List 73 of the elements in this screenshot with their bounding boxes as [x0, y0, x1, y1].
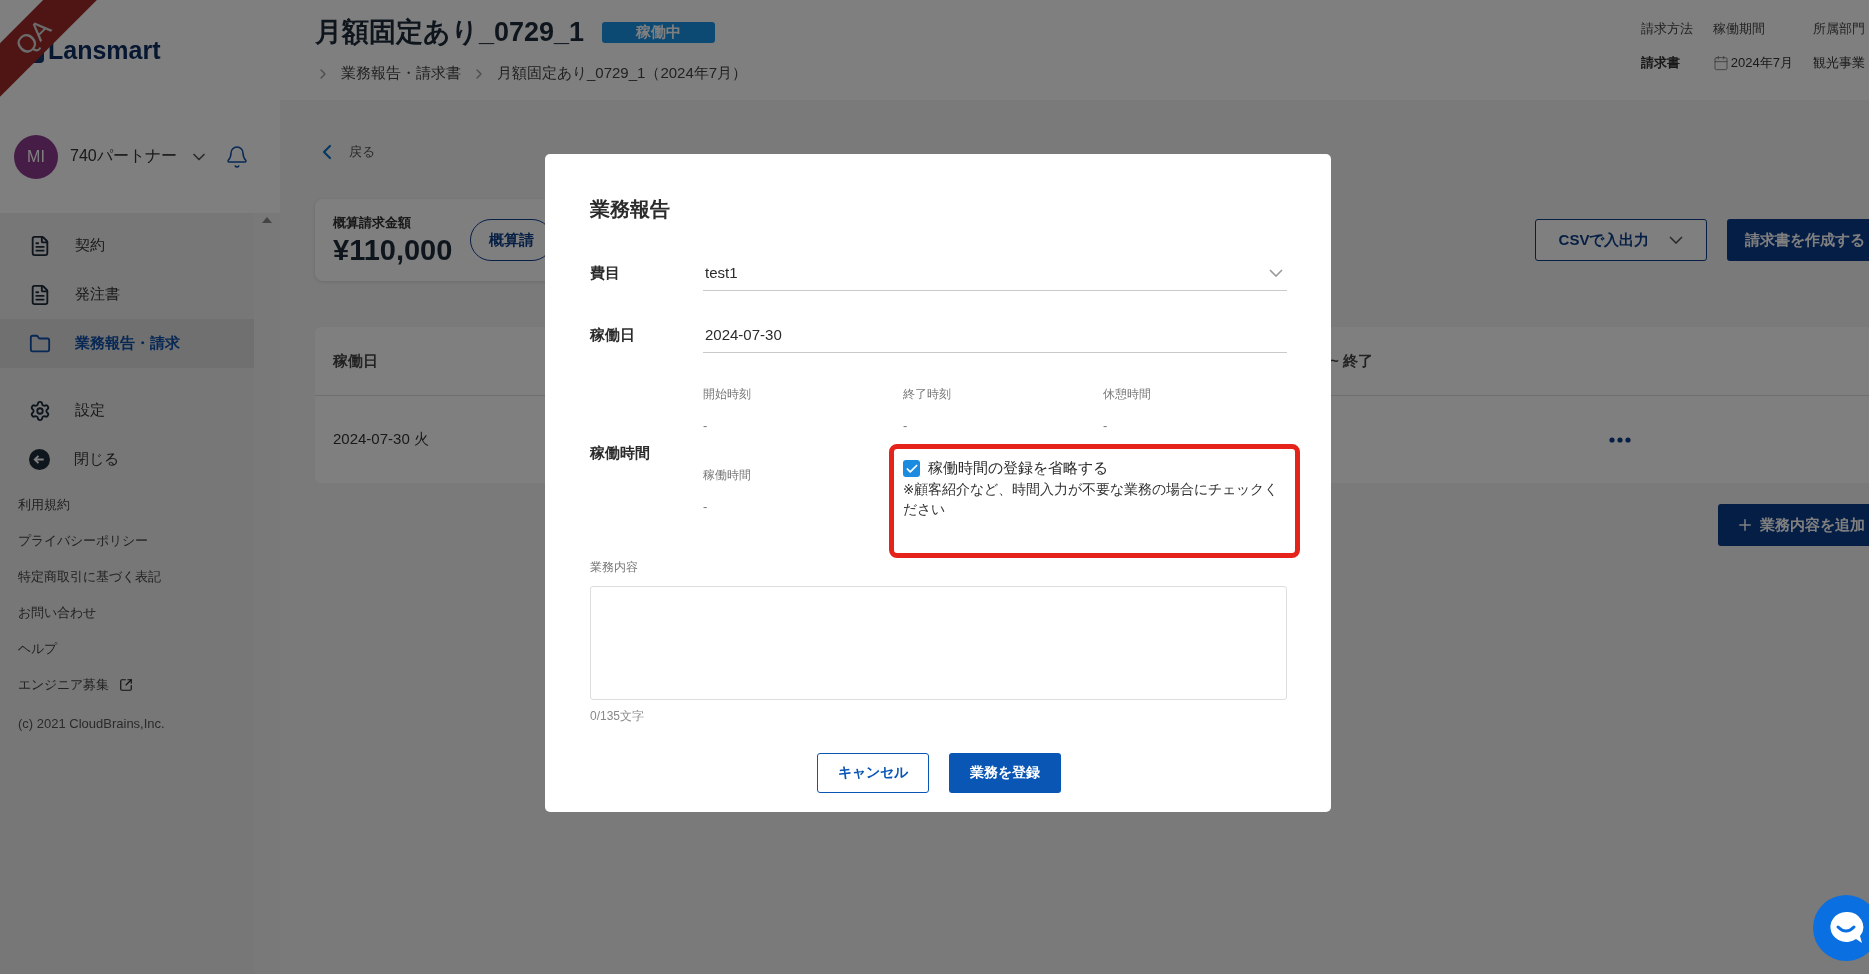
help-note: ※顧客紹介など、時間入力が不要な業務の場合にチェックください: [903, 481, 1280, 519]
summary-label: 概算請求金額: [333, 213, 412, 232]
calendar-icon: [1712, 55, 1729, 71]
document-icon: [29, 234, 51, 257]
nav-item[interactable]: 業務報告・請求: [0, 319, 254, 368]
status-badge: 稼働中: [602, 21, 716, 43]
add-task-button[interactable]: 業務内容を追加: [1718, 504, 1869, 546]
footer-link[interactable]: 特定商取引に基づく表記: [18, 566, 161, 588]
user-avatar: MI: [14, 134, 58, 179]
chevron-down-icon: [1669, 236, 1684, 244]
meta-label: 所属部門: [1813, 20, 1865, 38]
time-label: 開始時刻: [703, 386, 752, 403]
cancel-button[interactable]: キャンセル: [816, 753, 929, 793]
time-label: 終了時刻: [903, 386, 952, 403]
checkbox-label: 稼働時間の登録を省略する: [928, 459, 1108, 478]
nav-item[interactable]: 設定: [0, 386, 254, 435]
nav-item[interactable]: 発注書: [0, 270, 254, 319]
breadcrumb-item[interactable]: 業務報告・請求書: [341, 64, 461, 83]
csv-button[interactable]: CSVで入出力: [1535, 219, 1707, 261]
footer-link[interactable]: 利用規約: [18, 494, 70, 516]
character-counter: 0/135文字: [590, 708, 646, 725]
input-field[interactable]: 2024-07-30: [703, 317, 1287, 353]
footer-link[interactable]: ヘルプ: [18, 638, 57, 660]
page-title: 月額固定あり_0729_1: [315, 16, 585, 49]
copyright-text: (c) 2021 CloudBrains,Inc.: [18, 716, 166, 731]
more-icon[interactable]: [1609, 436, 1631, 443]
user-name: 740パートナー: [70, 146, 177, 166]
nav-label: 発注書: [75, 285, 120, 304]
settings-icon: [29, 399, 51, 422]
scroll-up-icon[interactable]: [262, 217, 272, 223]
summary-amount: ¥110,000: [333, 233, 453, 267]
checkbox[interactable]: [903, 460, 920, 477]
chat-button[interactable]: [1813, 895, 1869, 961]
breadcrumb-item[interactable]: 月額固定あり_0729_1（2024年7月）: [497, 64, 748, 83]
folder-icon: [29, 332, 51, 355]
chat-icon: [1827, 910, 1865, 946]
time-value: -: [1103, 417, 1109, 435]
footer-link[interactable]: プライバシーポリシー: [18, 530, 148, 552]
back-link[interactable]: 戻る: [315, 140, 1869, 164]
time-value: -: [903, 417, 909, 435]
footer-link[interactable]: お問い合わせ: [18, 602, 96, 624]
nav-label: 設定: [75, 401, 105, 420]
dialog-title: 業務報告: [590, 198, 671, 220]
field-label: 稼働日: [590, 325, 636, 345]
external-link-icon: [119, 678, 133, 692]
footer-link[interactable]: エンジニア募集: [18, 674, 109, 696]
bell-icon[interactable]: [224, 144, 249, 169]
nav-label: 閉じる: [74, 450, 119, 469]
nav-label: 契約: [75, 236, 105, 255]
meta-value: 請求書: [1640, 54, 1680, 72]
column-header: ~ 終了: [1330, 351, 1373, 371]
nav-item[interactable]: 契約: [0, 221, 254, 270]
select-field[interactable]: test1: [703, 255, 1287, 291]
plus-icon: [1736, 516, 1754, 534]
meta-value: 2024年7月: [1730, 54, 1793, 72]
meta-value: 観光事業: [1813, 54, 1865, 72]
meta-label: 稼働期間: [1712, 20, 1766, 38]
time-value: -: [703, 498, 709, 516]
column-header: 稼働日: [333, 351, 378, 371]
submit-button[interactable]: 業務を登録: [948, 753, 1061, 793]
field-label: 稼働時間: [590, 444, 651, 463]
chevron-down-icon: [1269, 268, 1283, 277]
nav-label: 業務報告・請求: [75, 334, 180, 353]
meta-label: 請求方法: [1640, 20, 1693, 38]
create-invoice-button[interactable]: 請求書を作成する: [1727, 219, 1869, 261]
time-value: -: [703, 417, 709, 435]
time-label: 稼働時間: [703, 467, 752, 484]
field-label: 業務内容: [590, 559, 639, 576]
time-label: 休憩時間: [1103, 386, 1152, 403]
nav-item[interactable]: 閉じる: [0, 435, 254, 484]
document-icon: [29, 283, 51, 306]
table-cell: 2024-07-30 火: [333, 430, 429, 449]
field-label: 費目: [590, 263, 621, 283]
